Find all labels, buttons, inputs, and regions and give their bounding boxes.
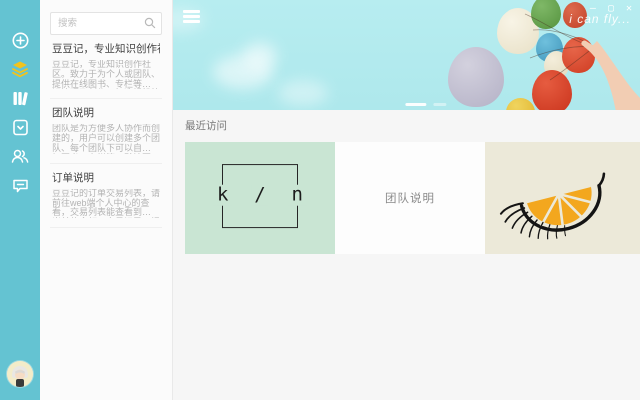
carousel-indicators — [405, 103, 446, 106]
app-window: 豆豆记，专业知识创作社区 豆豆记，专业知识创作社区。致力于为个人或团队、提供在线… — [0, 0, 640, 400]
recent-card-orange[interactable] — [485, 142, 640, 254]
library-icon[interactable] — [10, 88, 30, 108]
kn-logo: k / n — [222, 164, 298, 228]
doc-list-item[interactable]: 团队说明 团队是为方便多人协作而创建的，用户可以创建多个团队、每个团队下可以自由… — [50, 99, 162, 163]
user-avatar[interactable] — [7, 361, 33, 387]
add-circle-icon[interactable] — [10, 30, 30, 50]
banner-slogan: i can fly... — [569, 12, 631, 26]
recent-card-kn-logo[interactable]: k / n — [185, 142, 335, 254]
team-icon[interactable] — [10, 146, 30, 166]
banner-carousel: – ▢ ✕ i can fly... — [173, 0, 640, 110]
logo-slash: / — [251, 185, 268, 206]
carousel-dot-active[interactable] — [405, 103, 426, 106]
section-title: 最近访问 — [185, 118, 640, 133]
carousel-dot[interactable] — [433, 103, 446, 106]
recent-section: 最近访问 k / n 团队说明 — [173, 110, 640, 254]
doc-list-item[interactable]: 订单说明 豆豆记的订单交易列表，请前往web端个人中心的查看，交易列表能查看到账… — [50, 164, 162, 228]
recent-card-team[interactable]: 团队说明 — [335, 142, 485, 254]
recent-cards-row: k / n 团队说明 — [185, 142, 640, 254]
doc-title: 豆豆记，专业知识创作社区 — [52, 43, 160, 55]
search-icon — [144, 17, 156, 29]
card-title: 团队说明 — [385, 190, 435, 206]
feedback-icon[interactable] — [10, 175, 30, 195]
layers-icon[interactable] — [10, 59, 30, 79]
doc-snippet: 团队是为方便多人协作而创建的，用户可以创建多个团队、每个团队下可以自由添加图书、… — [52, 124, 160, 153]
main-area: – ▢ ✕ i can fly... 最近访问 k / — [173, 0, 640, 400]
doc-snippet: 豆豆记，专业知识创作社区。致力于为个人或团队、提供在线图书、专栏等的知识管理及创… — [52, 60, 160, 89]
menu-icon[interactable] — [183, 10, 200, 23]
logo-letter-n: n — [288, 185, 307, 206]
logo-letter-k: k — [213, 185, 232, 206]
doc-snippet: 豆豆记的订单交易列表，请前往web端个人中心的查看，交易列表能查看到账户当前的余… — [52, 189, 160, 218]
doc-list-item[interactable]: 豆豆记，专业知识创作社区 豆豆记，专业知识创作社区。致力于为个人或团队、提供在线… — [50, 35, 162, 99]
cloud-shape — [243, 42, 277, 70]
search-box — [50, 12, 162, 35]
cloud-shape — [278, 80, 328, 106]
doc-title: 订单说明 — [52, 172, 160, 184]
notebook-icon[interactable] — [10, 117, 30, 137]
doc-title: 团队说明 — [52, 107, 160, 119]
doc-list-panel: 豆豆记，专业知识创作社区 豆豆记，专业知识创作社区。致力于为个人或团队、提供在线… — [40, 0, 173, 400]
orange-slice-icon — [493, 156, 633, 240]
nav-rail — [0, 0, 40, 400]
